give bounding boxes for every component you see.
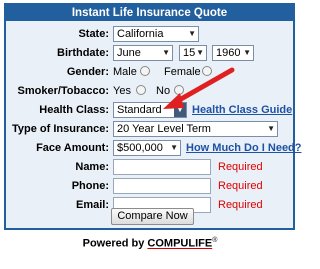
- chevron-down-icon: ▼: [267, 124, 275, 133]
- phone-row: Phone: Required: [6, 177, 293, 196]
- birth-month-select[interactable]: June ▼: [113, 45, 173, 61]
- phone-required: Required: [218, 180, 263, 192]
- name-required: Required: [218, 161, 263, 173]
- phone-label: Phone:: [71, 180, 109, 192]
- health-class-guide-link[interactable]: Health Class Guide: [192, 104, 292, 116]
- smoker-yes-label: Yes: [113, 85, 131, 97]
- chevron-down-icon: ▼: [174, 103, 186, 117]
- smoker-no-radio[interactable]: [174, 85, 184, 95]
- powered-by-text: Powered by: [82, 237, 148, 250]
- face-amount-label: Face Amount:: [36, 142, 109, 154]
- compare-now-button[interactable]: Compare Now: [111, 208, 194, 225]
- state-value: California: [117, 28, 164, 40]
- chevron-down-icon: ▼: [188, 29, 196, 38]
- birth-day-value: 15: [183, 47, 196, 59]
- state-label: State:: [78, 28, 109, 40]
- birth-year-select[interactable]: 1960 ▼: [212, 45, 254, 61]
- chevron-down-icon: ▼: [196, 48, 204, 57]
- insurance-type-label: Type of Insurance:: [12, 123, 109, 135]
- form-title: Instant Life Insurance Quote: [6, 5, 293, 21]
- face-amount-row: Face Amount: $500,000 ▼ How Much Do I Ne…: [6, 139, 302, 158]
- birth-month-value: June: [117, 47, 141, 59]
- birth-year-value: 1960: [216, 47, 241, 59]
- gender-female-radio[interactable]: [202, 66, 212, 76]
- name-label: Name:: [75, 161, 109, 173]
- gender-female-label: Female: [164, 66, 201, 78]
- birth-day-select[interactable]: 15 ▼: [179, 45, 207, 61]
- health-class-value: Standard: [117, 104, 162, 116]
- birthdate-label: Birthdate:: [57, 47, 109, 59]
- insurance-type-select[interactable]: 20 Year Level Term ▼: [113, 121, 278, 137]
- email-required: Required: [218, 199, 263, 211]
- name-input[interactable]: [113, 159, 211, 175]
- smoker-yes-radio[interactable]: [136, 85, 146, 95]
- how-much-link[interactable]: How Much Do I Need?: [186, 142, 302, 154]
- chevron-down-icon: ▼: [170, 143, 178, 152]
- health-class-select[interactable]: Standard ▼: [113, 102, 187, 118]
- state-row: State: California ▼: [6, 25, 293, 44]
- gender-label: Gender:: [66, 66, 109, 78]
- smoker-label: Smoker/Tobacco:: [17, 85, 110, 97]
- birthdate-row: Birthdate: June ▼ 15 ▼ 1960 ▼: [6, 44, 293, 63]
- chevron-down-icon: ▼: [162, 48, 170, 57]
- state-select[interactable]: California ▼: [113, 26, 199, 42]
- insurance-type-value: 20 Year Level Term: [117, 123, 211, 135]
- smoker-no-label: No: [156, 85, 171, 97]
- insurance-type-row: Type of Insurance: 20 Year Level Term ▼: [6, 120, 293, 139]
- registered-mark: ®: [212, 237, 218, 244]
- phone-input[interactable]: [113, 178, 211, 194]
- gender-row: Gender: Male Female: [6, 63, 293, 82]
- quote-form-panel: Instant Life Insurance Quote State: Cali…: [4, 3, 302, 230]
- gender-male-label: Male: [113, 66, 137, 78]
- name-row: Name: Required: [6, 158, 293, 177]
- compulife-brand[interactable]: COMPULIFE: [147, 238, 212, 250]
- chevron-down-icon: ▼: [243, 48, 251, 57]
- gender-male-radio[interactable]: [140, 66, 150, 76]
- health-class-label: Health Class:: [39, 104, 109, 116]
- face-amount-value: $500,000: [117, 142, 163, 154]
- email-label: Email:: [75, 199, 109, 211]
- powered-by-footer: Powered by COMPULIFE®: [0, 237, 300, 250]
- smoker-row: Smoker/Tobacco: Yes No: [6, 82, 293, 101]
- health-class-row: Health Class: Standard ▼ Health Class Gu…: [6, 101, 293, 120]
- face-amount-select[interactable]: $500,000 ▼: [113, 140, 181, 156]
